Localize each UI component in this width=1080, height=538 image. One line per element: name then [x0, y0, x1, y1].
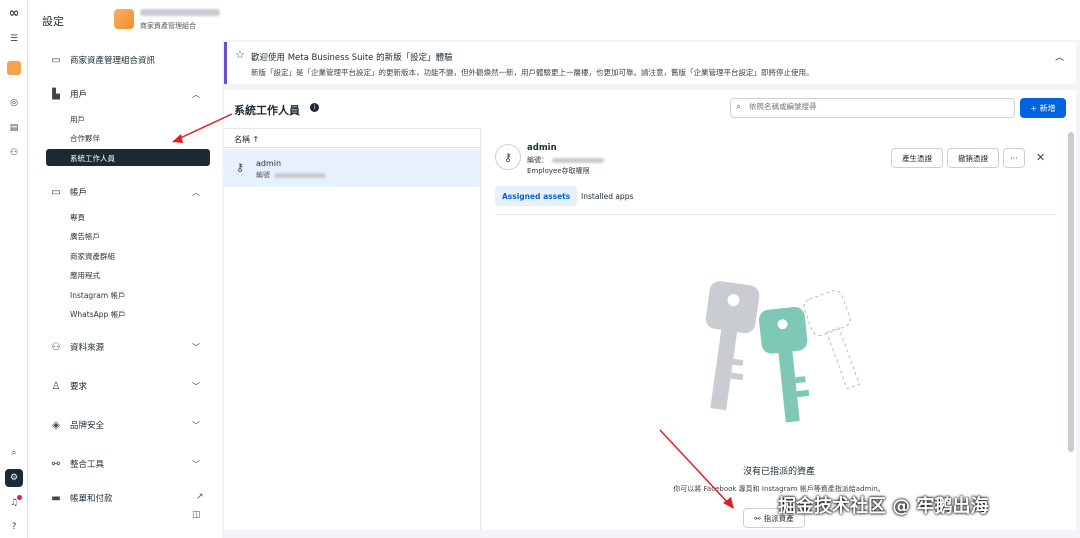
- sidebar-item-business-info[interactable]: ▭ 商家資產管理組合資訊: [50, 54, 156, 67]
- account-icon: ▭: [51, 186, 61, 198]
- list-item[interactable]: ⚷ admin 編號: [224, 149, 480, 187]
- revoke-token-button[interactable]: 撤銷憑證: [947, 148, 999, 168]
- business-avatar-icon[interactable]: [5, 59, 23, 77]
- key-icon: ⚷: [495, 144, 521, 170]
- redacted-id: [274, 172, 326, 178]
- sidebar-item-asset-groups[interactable]: 商家資產群組: [70, 251, 115, 262]
- sidebar-item-partners[interactable]: 合作夥伴: [70, 133, 100, 144]
- sidebar-item-apps[interactable]: 應用程式: [70, 270, 100, 281]
- search-icon[interactable]: ⌕: [5, 444, 23, 462]
- sidebar-section-accounts[interactable]: ▭ 帳戶: [50, 186, 88, 199]
- add-button[interactable]: + 新增: [1020, 98, 1066, 118]
- detail-name: admin: [527, 143, 557, 153]
- business-subtitle: 商家資產管理組合: [140, 22, 196, 30]
- page-title: 設定: [42, 15, 64, 28]
- sidebar-item-pages[interactable]: 專頁: [70, 212, 85, 223]
- sidebar-item-billing[interactable]: ▬ 帳單和付款: [50, 492, 113, 505]
- chevron-down-icon[interactable]: ﹀: [192, 459, 200, 470]
- sort-by-name[interactable]: 名稱 ↑: [234, 134, 259, 145]
- key-icon: ⚷: [236, 161, 245, 174]
- sidebar-item-users[interactable]: 用戶: [70, 114, 85, 125]
- scrollbar[interactable]: [1068, 132, 1074, 452]
- redacted-id: [552, 157, 604, 163]
- meta-logo-icon[interactable]: ∞: [5, 4, 23, 22]
- keys-illustration: [705, 281, 861, 423]
- app-rail: ∞ ☰ ◎ ▤ ⚇ ⌕ ⚙ ♫ ?: [0, 0, 28, 538]
- chevron-down-icon[interactable]: ﹀: [192, 381, 200, 392]
- billing-icon: ▬: [51, 492, 61, 504]
- new-settings-banner: ☆ 歡迎使用 Meta Business Suite 的新版「設定」體驗 新版「…: [224, 42, 1076, 84]
- sidebar-section-label: 帳戶: [70, 188, 88, 198]
- sidebar-item-instagram[interactable]: Instagram 帳戶: [70, 290, 126, 301]
- sidebar-item-system-users[interactable]: 系統工作人員: [46, 149, 210, 166]
- more-options-button[interactable]: ···: [1003, 148, 1025, 168]
- sidebar-section-label: 整合工具: [70, 460, 105, 470]
- divider: [495, 214, 1055, 215]
- settings-header: 設定 商家資產管理組合: [28, 0, 1080, 40]
- id-label: 編號: [256, 171, 270, 179]
- sidebar-section-requests[interactable]: ♙ 要求: [50, 380, 88, 393]
- business-avatar[interactable]: [114, 9, 134, 29]
- sidebar-item-label: 商家資產管理組合資訊: [70, 56, 156, 66]
- empty-state-title: 沒有已指派的資產: [742, 467, 815, 477]
- search-input[interactable]: [749, 102, 1009, 111]
- menu-icon[interactable]: ☰: [5, 30, 23, 48]
- banner-text: 新版「設定」是「企業管理平台設定」的更新版本，功能不變，但外觀煥然一新，用戶體驗…: [251, 68, 814, 77]
- person-add-icon: ♙: [51, 380, 61, 392]
- system-user-name: admin: [256, 159, 282, 168]
- data-sources-icon: ⚇: [51, 341, 61, 353]
- system-user-detail: ⚷ admin 編號： Employee存取權限 產生憑證 撤銷憑證 ··· ✕…: [480, 128, 1076, 530]
- sidebar-item-label: 帳單和付款: [70, 494, 113, 504]
- business-name-redacted[interactable]: [140, 9, 220, 16]
- detail-id-label: 編號：: [527, 156, 548, 164]
- sidebar-item-ad-accounts[interactable]: 廣告帳戶: [70, 231, 100, 242]
- star-icon: ☆: [235, 48, 245, 61]
- banner-title: 歡迎使用 Meta Business Suite 的新版「設定」體驗: [251, 53, 453, 63]
- briefcase-icon: ▭: [51, 54, 61, 66]
- generate-token-button[interactable]: 產生憑證: [891, 148, 943, 168]
- search-box[interactable]: ⌕: [730, 98, 1015, 118]
- chevron-down-icon[interactable]: ﹀: [192, 420, 200, 431]
- people-icon[interactable]: ⚇: [5, 144, 23, 162]
- settings-gear-icon[interactable]: ⚙: [5, 469, 23, 487]
- sidebar-section-label: 資料來源: [70, 343, 105, 353]
- search-icon: ⌕: [736, 102, 742, 112]
- sidebar-section-label: 要求: [70, 382, 88, 392]
- collapse-sidebar-icon[interactable]: ◫: [192, 510, 201, 520]
- list-header[interactable]: 名稱 ↑: [224, 128, 480, 148]
- help-icon[interactable]: ?: [5, 518, 23, 536]
- watermark: 掘金技术社区 @ 牢鹅出海: [778, 496, 989, 517]
- chevron-down-icon[interactable]: ﹀: [192, 342, 200, 353]
- sidebar-section-brand-safety[interactable]: ◈ 品牌安全: [50, 419, 105, 432]
- sidebar-item-whatsapp[interactable]: WhatsApp 帳戶: [70, 309, 126, 320]
- tab-assigned-assets[interactable]: Assigned assets: [495, 186, 578, 206]
- sidebar-section-integrations[interactable]: ⚯ 整合工具: [50, 458, 105, 471]
- notifications-bell-icon[interactable]: ♫: [5, 494, 23, 512]
- info-icon[interactable]: i: [310, 103, 319, 112]
- sidebar-section-users[interactable]: ▙ 用戶: [50, 88, 88, 101]
- sidebar-section-data-sources[interactable]: ⚇ 資料來源: [50, 341, 105, 354]
- integrations-icon: ⚯: [51, 458, 61, 470]
- tab-installed-apps[interactable]: Installed apps: [581, 186, 633, 206]
- assign-icon: ⚯: [754, 513, 761, 523]
- chevron-up-icon[interactable]: ︿: [1055, 50, 1064, 63]
- compass-icon[interactable]: ◎: [5, 94, 23, 112]
- close-icon[interactable]: ✕: [1036, 151, 1045, 164]
- shield-icon: ◈: [52, 419, 60, 431]
- detail-role: Employee存取權限: [527, 167, 590, 175]
- section-heading: 系統工作人員: [234, 104, 300, 117]
- chevron-up-icon[interactable]: ︿: [192, 187, 200, 198]
- external-link-icon[interactable]: ↗: [196, 492, 204, 502]
- sidebar-section-label: 品牌安全: [70, 421, 105, 431]
- users-icon: ▙: [52, 88, 60, 100]
- system-user-id: 編號: [256, 170, 326, 180]
- sidebar-section-label: 用戶: [70, 90, 88, 100]
- system-users-panel: 系統工作人員 i ⌕ + 新增 名稱 ↑ ⚷ admin 編號 ⚷ admin …: [224, 90, 1076, 530]
- detail-id: 編號：: [527, 155, 604, 165]
- settings-sidebar: ▭ 商家資產管理組合資訊 ▙ 用戶 ︿ 用戶 合作夥伴 系統工作人員 ▭ 帳戶 …: [28, 40, 222, 538]
- chevron-up-icon[interactable]: ︿: [192, 89, 200, 100]
- pages-icon[interactable]: ▤: [5, 119, 23, 137]
